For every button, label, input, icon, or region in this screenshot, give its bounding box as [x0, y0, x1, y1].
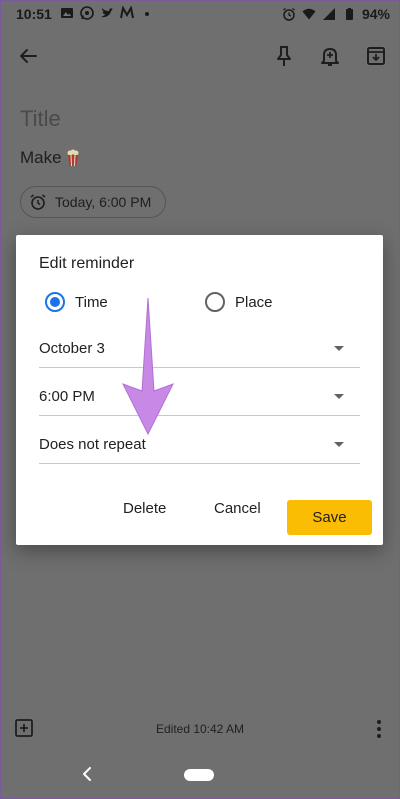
- alarm-icon: [282, 7, 296, 21]
- nav-bar: [0, 754, 400, 799]
- status-right-icons: 94%: [282, 6, 390, 22]
- bottom-bar: Edited 10:42 AM: [0, 710, 400, 748]
- radio-time[interactable]: [45, 292, 65, 312]
- time-dropdown[interactable]: 6:00 PM: [39, 380, 360, 416]
- reminder-bell-icon[interactable]: [316, 42, 344, 70]
- chevron-down-icon: [334, 394, 344, 399]
- note-title-placeholder[interactable]: Title: [20, 106, 61, 132]
- image-icon: [60, 6, 74, 20]
- status-bar: 10:51 94%: [0, 0, 400, 30]
- note-body-text: Make: [20, 148, 62, 167]
- radio-time-option[interactable]: Time: [45, 292, 108, 312]
- battery-icon: [342, 7, 356, 21]
- popcorn-icon: [66, 149, 80, 167]
- chevron-down-icon: [334, 442, 344, 447]
- signal-icon: [322, 7, 336, 21]
- save-button[interactable]: Save: [287, 500, 372, 535]
- status-left-icons: [60, 6, 154, 20]
- note-body[interactable]: Make: [20, 148, 80, 168]
- time-value: 6:00 PM: [39, 388, 95, 405]
- dot-icon: [140, 6, 154, 20]
- pin-icon[interactable]: [270, 42, 298, 70]
- dialog-title: Edit reminder: [39, 255, 135, 272]
- repeat-value: Does not repeat: [39, 436, 146, 453]
- radio-place[interactable]: [205, 292, 225, 312]
- radio-place-option[interactable]: Place: [205, 292, 273, 312]
- back-arrow-icon[interactable]: [14, 42, 42, 70]
- reminder-chip-label: Today, 6:00 PM: [55, 194, 152, 210]
- alarm-clock-icon: [29, 193, 47, 211]
- cancel-button[interactable]: Cancel: [214, 500, 261, 517]
- medium-icon: [120, 6, 134, 20]
- radio-place-label: Place: [235, 293, 273, 311]
- whatsapp-icon: [80, 6, 94, 20]
- delete-button[interactable]: Delete: [123, 500, 166, 517]
- edit-reminder-dialog: Edit reminder Time Place October 3 6:00 …: [16, 235, 383, 545]
- reminder-chip[interactable]: Today, 6:00 PM: [20, 186, 166, 218]
- radio-time-label: Time: [75, 293, 108, 311]
- edited-timestamp: Edited 10:42 AM: [155, 722, 245, 736]
- date-dropdown[interactable]: October 3: [39, 332, 360, 368]
- app-bar: [0, 30, 400, 82]
- repeat-dropdown[interactable]: Does not repeat: [39, 428, 360, 464]
- chevron-down-icon: [334, 346, 344, 351]
- twitter-icon: [100, 6, 114, 20]
- down-arrow-annotation: [118, 296, 178, 436]
- date-value: October 3: [39, 340, 105, 357]
- nav-back-icon[interactable]: [80, 765, 94, 783]
- nav-home-pill[interactable]: [184, 769, 214, 781]
- wifi-icon: [302, 7, 316, 21]
- status-time: 10:51: [16, 6, 52, 22]
- more-vert-icon[interactable]: [376, 719, 382, 739]
- archive-icon[interactable]: [362, 42, 390, 70]
- battery-percent: 94%: [361, 6, 390, 22]
